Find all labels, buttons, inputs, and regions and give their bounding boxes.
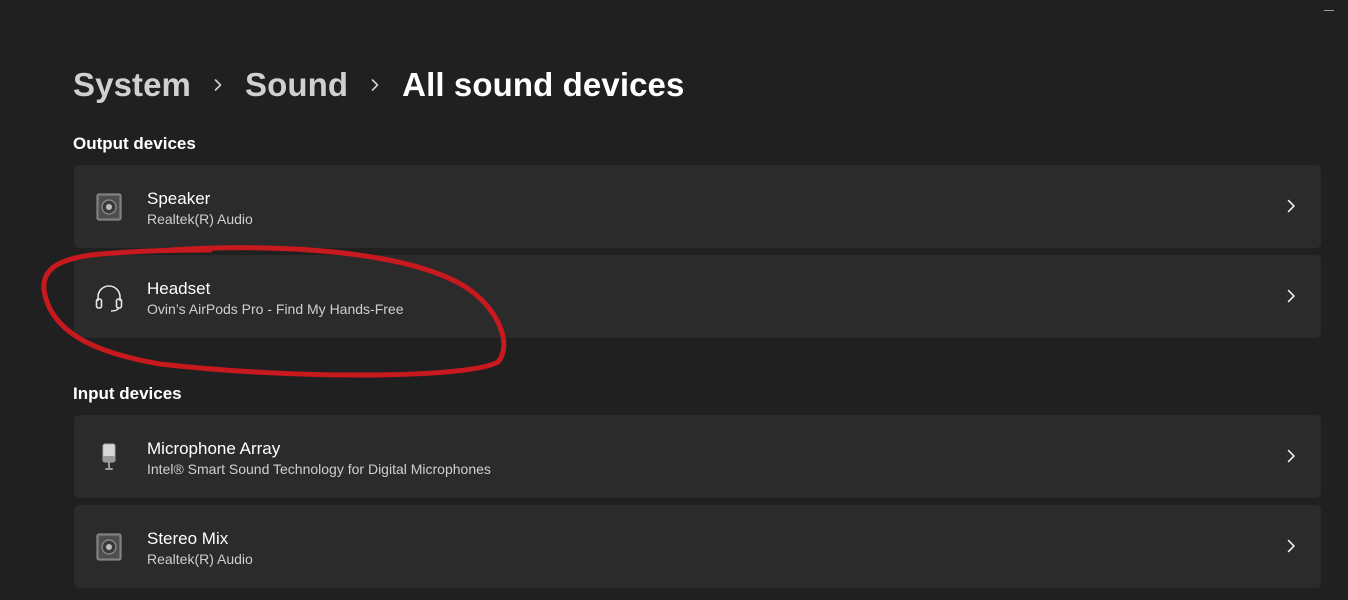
- chevron-right-icon: [348, 62, 402, 108]
- device-description: Ovin’s AirPods Pro - Find My Hands-Free: [147, 301, 404, 317]
- chevron-right-icon: [1283, 448, 1299, 464]
- device-description: Realtek(R) Audio: [147, 551, 253, 567]
- device-row-microphone-array[interactable]: Microphone Array Intel® Smart Sound Tech…: [74, 415, 1321, 498]
- output-devices-heading: Output devices: [73, 134, 196, 153]
- chevron-right-icon: [1283, 198, 1299, 214]
- device-name: Stereo Mix: [147, 529, 229, 548]
- device-row-headset[interactable]: Headset Ovin’s AirPods Pro - Find My Han…: [74, 255, 1321, 338]
- minimize-icon: [1324, 10, 1334, 11]
- device-row-stereo-mix[interactable]: Stereo Mix Realtek(R) Audio: [74, 505, 1321, 588]
- device-row-speaker[interactable]: Speaker Realtek(R) Audio: [74, 165, 1321, 248]
- device-name: Speaker: [147, 189, 211, 208]
- minimize-button[interactable]: [1302, 0, 1348, 24]
- device-name: Microphone Array: [147, 439, 281, 458]
- breadcrumb: System Sound All sound devices: [73, 62, 684, 108]
- device-description: Realtek(R) Audio: [147, 211, 253, 227]
- chevron-right-icon: [1283, 288, 1299, 304]
- breadcrumb-system[interactable]: System: [73, 66, 191, 104]
- microphone-icon: [94, 442, 124, 472]
- chevron-right-icon: [191, 62, 245, 108]
- input-devices-heading: Input devices: [73, 384, 182, 403]
- settings-window: System Sound All sound devices Output de…: [0, 0, 1348, 600]
- headset-icon: [94, 282, 124, 312]
- device-description: Intel® Smart Sound Technology for Digita…: [147, 461, 491, 477]
- chevron-right-icon: [1283, 538, 1299, 554]
- breadcrumb-sound[interactable]: Sound: [245, 66, 348, 104]
- device-name: Headset: [147, 279, 211, 298]
- page-title: All sound devices: [402, 66, 685, 103]
- speaker-icon: [94, 532, 124, 562]
- speaker-icon: [94, 192, 124, 222]
